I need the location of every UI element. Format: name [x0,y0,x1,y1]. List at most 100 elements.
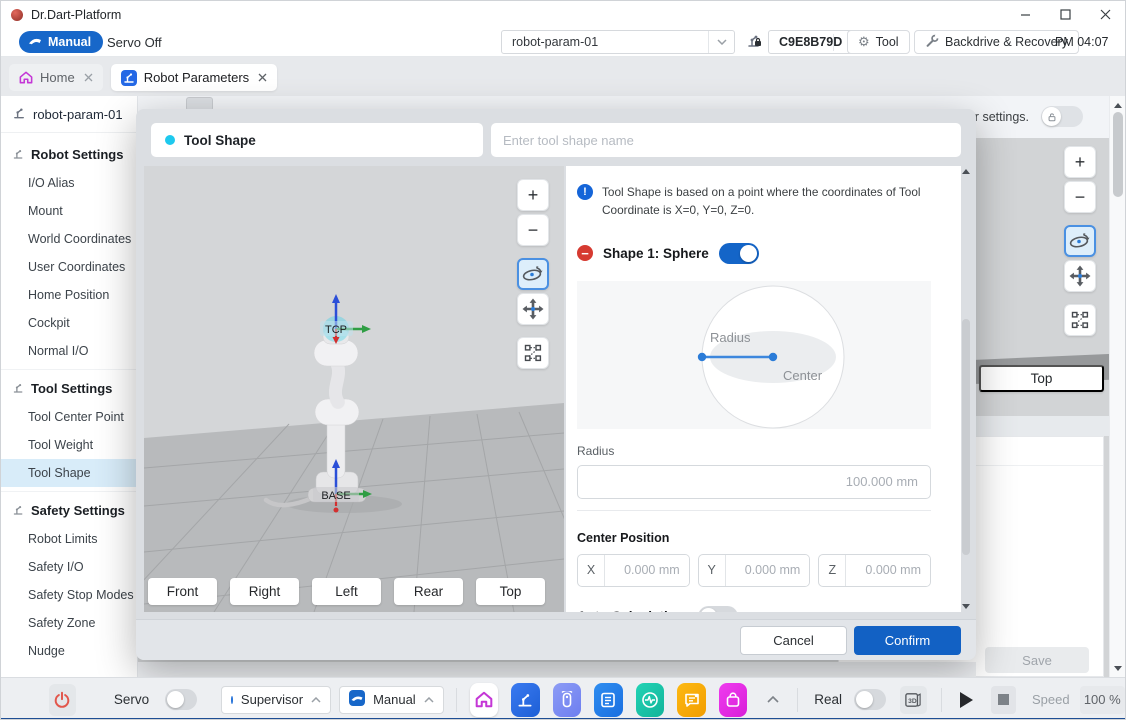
scroll-up-icon[interactable] [962,169,970,174]
parameter-lock-toggle[interactable] [1041,106,1083,127]
view-front-button[interactable]: Front [148,578,217,605]
bg-measure-tool-button[interactable] [1064,304,1096,336]
window-scrollbar[interactable] [1109,96,1125,677]
servo-toggle[interactable] [165,689,197,710]
sidebar-item-tool-shape[interactable]: Tool Shape [1,459,137,487]
panel-scrollbar[interactable] [960,169,972,609]
sidebar-item-normal-io[interactable]: Normal I/O [1,337,137,365]
sidebar-item-home-position[interactable]: Home Position [1,281,137,309]
chevron-down-icon [708,31,734,53]
sidebar-item-cockpit[interactable]: Cockpit [1,309,137,337]
tool-button[interactable]: ⚙ Tool [847,30,910,54]
sidebar-item-robot-limits[interactable]: Robot Limits [1,525,137,553]
close-button[interactable] [1085,1,1125,28]
robot-icon [12,147,25,163]
center-z-field: Z [818,554,931,587]
sidebar-item-safety-io[interactable]: Safety I/O [1,553,137,581]
section-safety-settings[interactable]: Safety Settings [1,496,137,525]
radius-label: Radius [577,444,931,458]
scroll-down-icon[interactable] [1114,666,1122,671]
bg-orbit-tool-button[interactable] [1064,225,1096,257]
auto-calculation-toggle[interactable] [698,606,738,612]
maximize-button[interactable] [1045,1,1085,28]
dialog-orbit-tool-button[interactable] [517,258,549,290]
main-area: meter settings. Save Top + − [1,96,1125,677]
remove-shape-icon[interactable]: − [577,245,593,261]
tab-robot-parameters[interactable]: Robot Parameters [111,64,278,91]
close-tab-icon[interactable] [84,73,93,82]
app-remote-icon[interactable] [553,683,582,717]
center-x-input[interactable] [605,555,689,586]
app-home-icon[interactable] [470,683,499,717]
sidebar-item-nudge[interactable]: Nudge [1,637,137,665]
param-file-select[interactable]: robot-param-01 [501,30,735,54]
power-button[interactable] [49,684,76,716]
wrench-icon [925,34,939,51]
stop-button[interactable] [991,686,1016,714]
info-icon: ! [577,184,593,200]
sidebar-item-user-coordinates[interactable]: User Coordinates [1,253,137,281]
chevron-up-icon[interactable] [767,696,779,703]
app-code-icon[interactable] [594,683,623,717]
tool-shape-name-input[interactable] [491,123,961,157]
minimize-button[interactable] [1005,1,1045,28]
sidebar-item-tool-weight[interactable]: Tool Weight [1,431,137,459]
app-monitor-icon[interactable] [636,683,665,717]
view-rear-button[interactable]: Rear [394,578,463,605]
scrollbar-thumb[interactable] [1113,112,1123,197]
confirm-button[interactable]: Confirm [854,626,961,655]
manual-mode-button[interactable]: Manual [19,31,103,53]
view-left-button[interactable]: Left [312,578,381,605]
dialog-measure-tool-button[interactable] [517,337,549,369]
center-z-input[interactable] [846,555,930,586]
dialog-zoom-in-button[interactable]: + [517,179,549,211]
role-select[interactable]: Supervisor [221,686,331,714]
speed-value[interactable]: 100 % [1080,686,1125,714]
sidebar-item-world-coordinates[interactable]: World Coordinates [1,225,137,253]
dialog-zoom-out-button[interactable]: − [517,214,549,246]
background-top-view-button[interactable]: Top [979,365,1104,392]
center-y-input[interactable] [726,555,810,586]
app-store-icon[interactable] [719,683,748,717]
view-top-button[interactable]: Top [476,578,545,605]
play-button[interactable] [954,686,979,714]
section-robot-settings[interactable]: Robot Settings [1,140,137,169]
sidebar-item-safety-stop-modes[interactable]: Safety Stop Modes [1,581,137,609]
app-message-icon[interactable] [677,683,706,717]
close-tab-icon[interactable] [258,73,267,82]
real-sim-toggle[interactable] [854,689,886,710]
bg-pan-tool-button[interactable] [1064,260,1096,292]
view-right-button[interactable]: Right [230,578,299,605]
mode-select[interactable]: Manual [339,686,444,714]
robot-parameters-icon [121,70,137,86]
dialog-footer: Cancel Confirm [136,619,976,660]
radius-input[interactable] [577,465,931,499]
sidebar-item-tool-center-point[interactable]: Tool Center Point [1,403,137,431]
play-icon [960,692,973,708]
sidebar-item-mount[interactable]: Mount [1,197,137,225]
app-robot-params-icon[interactable] [511,683,540,717]
bg-zoom-in-button[interactable]: + [1064,146,1096,178]
info-text: Tool Shape is based on a point where the… [602,183,931,220]
3d-view-button[interactable]: 3D [900,686,927,714]
scrollbar-thumb[interactable] [962,319,970,555]
sidebar-item-io-alias[interactable]: I/O Alias [1,169,137,197]
cancel-button[interactable]: Cancel [740,626,847,655]
bg-zoom-out-button[interactable]: − [1064,181,1096,213]
robot-icon [12,105,27,123]
shape-enabled-toggle[interactable] [719,243,759,264]
role-status-dot [231,696,233,704]
section-tool-settings[interactable]: Tool Settings [1,374,137,403]
scroll-up-icon[interactable] [1114,103,1122,108]
clock: PM 04:07 [1055,35,1109,49]
sidebar-nav: Robot Settings I/O Alias Mount World Coo… [1,133,137,665]
tab-home[interactable]: Home [9,64,103,91]
save-button[interactable]: Save [985,647,1089,673]
dialog-3d-viewer[interactable]: TCP BASE + − [144,166,564,612]
sidebar-item-safety-zone[interactable]: Safety Zone [1,609,137,637]
dialog-pan-tool-button[interactable] [517,293,549,325]
tool-shape-dialog: Tool Shape [136,109,976,660]
shape-title: Shape 1: Sphere [603,246,709,261]
dialog-title: Tool Shape [184,133,256,148]
scroll-down-icon[interactable] [962,604,970,609]
